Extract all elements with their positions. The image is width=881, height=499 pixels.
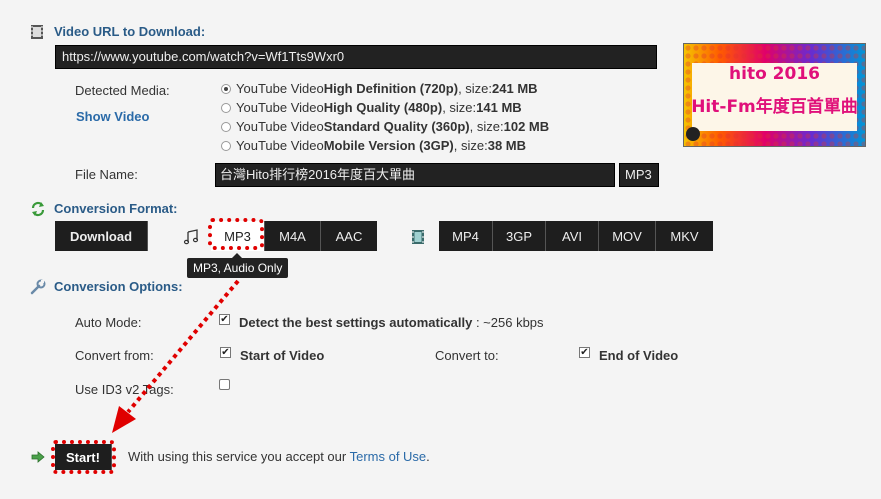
start-button[interactable]: Start! xyxy=(55,444,112,470)
terms-text: With using this service you accept our T… xyxy=(128,449,430,464)
terms-link[interactable]: Terms of Use xyxy=(350,449,427,464)
annotation-arrow xyxy=(112,279,240,433)
arrow-right-icon xyxy=(31,451,45,463)
